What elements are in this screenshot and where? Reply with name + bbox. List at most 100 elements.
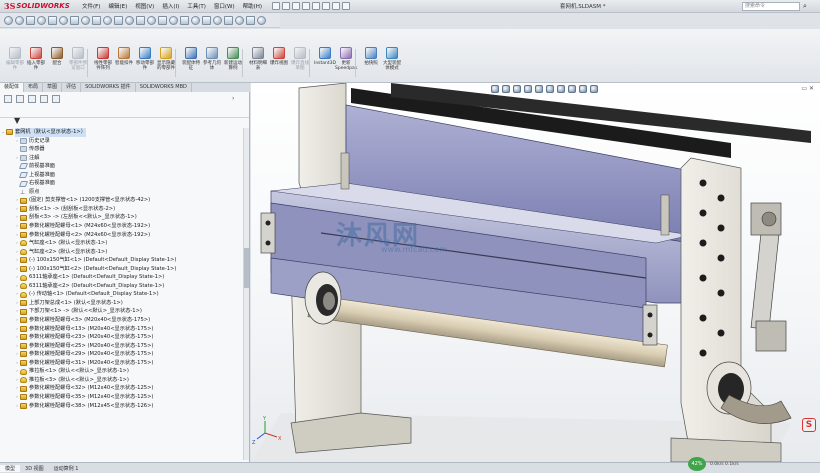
print-icon[interactable] <box>302 2 311 10</box>
view-settings-icon[interactable] <box>202 15 211 25</box>
tree-item[interactable]: › 刮板<3> -> (左刮板<<默认>_显示状态-1>) <box>0 213 246 222</box>
status-badge[interactable]: 42% <box>688 457 706 471</box>
command-tab[interactable]: SOLIDWORKS 插件 <box>81 83 136 92</box>
ribbon-button[interactable]: 插入零部件 <box>25 47 47 71</box>
tree-item[interactable]: › 推拉板<1> (默认<<默认>_显示状态-1>) <box>0 367 246 376</box>
tree-item[interactable]: › 参数化螺栓配螺母<25> (M20x40<显示状态-175>) <box>0 342 246 351</box>
property-manager-icon[interactable] <box>16 95 24 103</box>
options-icon[interactable] <box>342 2 351 10</box>
rebuild-icon[interactable] <box>332 2 341 10</box>
ribbon-button[interactable]: 装配体特征 <box>180 47 202 71</box>
tree-item[interactable]: › 历史记录 <box>0 137 246 146</box>
ribbon-button[interactable]: 拍快照 <box>360 47 382 66</box>
filter-icon[interactable]: ▼ <box>14 116 20 125</box>
cartoon-icon[interactable] <box>180 15 189 25</box>
tree-item[interactable]: 右视基准面 <box>0 179 246 188</box>
sogou-icon[interactable]: S <box>802 418 816 432</box>
window-controls[interactable]: ▭ ✕ <box>801 85 814 92</box>
screen-capture-icon[interactable] <box>257 15 266 25</box>
rotate-icon[interactable] <box>92 15 101 25</box>
command-tab[interactable]: SOLIDWORKS MBD <box>136 83 192 92</box>
lights-icon[interactable] <box>213 15 222 25</box>
edit-appearance-icon[interactable] <box>568 85 576 93</box>
ribbon-button[interactable]: 爆炸直线草图 <box>289 47 311 71</box>
undo-icon[interactable] <box>312 2 321 10</box>
model-view[interactable]: Y X Z <box>251 83 820 462</box>
ribbon-button[interactable]: 大型装配体模式 <box>381 47 403 71</box>
tree-item[interactable]: 前视基准面 <box>0 162 246 171</box>
walkthrough-icon[interactable] <box>235 15 244 25</box>
new-icon[interactable] <box>272 2 281 10</box>
tree-item[interactable]: › (固定) 剪支撑管<1> (1200支撑管<显示状态-42>) <box>0 196 246 205</box>
menu-item[interactable]: 插入(I) <box>158 2 183 10</box>
menu-item[interactable]: 工具(T) <box>183 2 210 10</box>
interference-icon[interactable] <box>136 15 145 25</box>
ambient-occlusion-icon[interactable] <box>191 15 200 25</box>
ribbon-button[interactable]: 新建运动算例 <box>222 47 244 71</box>
realview-icon[interactable] <box>147 15 156 25</box>
tree-item[interactable]: › 参数化螺栓配螺母<23> (M20x40<显示状态-175>) <box>0 333 246 342</box>
save-icon[interactable] <box>292 2 301 10</box>
view-settings-hud-icon[interactable] <box>590 85 598 93</box>
perspective-icon[interactable] <box>169 15 178 25</box>
measure-icon[interactable] <box>114 15 123 25</box>
tree-item[interactable]: › 参数化螺栓配螺母<29> (M20x40<显示状态-175>) <box>0 350 246 359</box>
tree-item[interactable]: › 气缸座<1> (默认<显示状态-1>) <box>0 239 246 248</box>
ribbon-button[interactable]: 显示隐藏的零部件 <box>155 47 177 71</box>
section-view-icon[interactable] <box>26 15 35 25</box>
search-icon[interactable]: ⌕ <box>803 2 807 11</box>
command-tab[interactable]: 草图 <box>43 83 63 92</box>
menu-item[interactable]: 窗口(W) <box>210 2 239 10</box>
ribbon-button[interactable]: Instant3D <box>314 47 336 66</box>
bottom-tab[interactable]: 模型 <box>0 464 21 472</box>
apply-scene-icon[interactable] <box>579 85 587 93</box>
display-style-hud-icon[interactable] <box>546 85 554 93</box>
command-tab[interactable]: 装配体 <box>0 83 25 92</box>
menu-item[interactable]: 文件(F) <box>78 2 104 10</box>
ribbon-button[interactable]: 编辑零部件 <box>4 47 26 71</box>
tree-item[interactable]: › 参数化螺栓配螺母<32> (M12x40<显示状态-125>) <box>0 384 246 393</box>
ribbon-button[interactable]: 更新Speedpak <box>335 47 357 71</box>
tree-item[interactable]: › (-) 传动轴<1> (Default<Default_Display Sta… <box>0 290 246 299</box>
tree-item[interactable]: › 参数化螺栓配螺母<2> (M24x60<显示状态-192>) <box>0 231 246 240</box>
scene-icon[interactable] <box>59 15 68 25</box>
ribbon-button[interactable]: 零部件预览窗口 <box>67 47 89 71</box>
tree-item[interactable]: › 刮板<1> -> (刮刮板<显示状态-2>) <box>0 205 246 214</box>
bottom-tab[interactable]: 3D 视图 <box>20 465 49 472</box>
mass-properties-icon[interactable] <box>125 15 134 25</box>
tree-item[interactable]: › (-) 100x150气缸<2> (Default<Default_Displ… <box>0 265 246 274</box>
ribbon-button[interactable]: 配合 <box>46 47 68 66</box>
feature-manager-icon[interactable] <box>4 95 12 103</box>
hide-show-icon[interactable] <box>37 15 46 25</box>
tree-item[interactable]: › 参数化螺栓配螺母<13> (M20x40<显示状态-175>) <box>0 325 246 334</box>
hide-items-icon[interactable] <box>557 85 565 93</box>
shadows-icon[interactable] <box>158 15 167 25</box>
camera-icon[interactable] <box>224 15 233 25</box>
menu-item[interactable]: 视图(V) <box>131 2 158 10</box>
tree-item[interactable]: 上视基准面 <box>0 171 246 180</box>
ribbon-button[interactable]: 爆炸视图 <box>268 47 290 66</box>
section-view-hud-icon[interactable] <box>524 85 532 93</box>
view-orientation-hud-icon[interactable] <box>535 85 543 93</box>
tree-scrollbar[interactable] <box>243 128 249 460</box>
tree-item[interactable]: › 推拉板<3> (默认<<默认>_显示状态-1>) <box>0 376 246 385</box>
zoom-to-fit-icon[interactable] <box>491 85 499 93</box>
open-icon[interactable] <box>282 2 291 10</box>
tree-item[interactable]: › 气缸座<2> (默认<显示状态-1>) <box>0 248 246 257</box>
command-tab[interactable]: 评估 <box>62 83 82 92</box>
search-input[interactable]: 搜索命令 <box>742 2 800 11</box>
tree-item[interactable]: › 上部刀架总成<1> (默认<显示状态-1>) <box>0 299 246 308</box>
ribbon-button[interactable]: 智能扣件 <box>113 47 135 66</box>
zoom-to-area-icon[interactable] <box>502 85 510 93</box>
tree-item[interactable]: › 下部刀架<1> -> (默认<<默认>_显示状态-1>) <box>0 307 246 316</box>
ribbon-button[interactable]: 参考几何体 <box>201 47 223 71</box>
dimxpert-icon[interactable] <box>40 95 48 103</box>
tree-item[interactable]: › 6311轴承座<2> (Default<Default_Display Sta… <box>0 282 246 291</box>
zoom-area-icon[interactable] <box>81 15 90 25</box>
zoom-fit-icon[interactable] <box>70 15 79 25</box>
ribbon-button[interactable]: 线性零部件阵列 <box>92 47 114 71</box>
graphics-area[interactable]: Y X Z ▭ ✕ 沐风网 www.mfcad.com S <box>251 83 820 462</box>
menu-item[interactable]: 帮助(H) <box>239 2 266 10</box>
tree-root[interactable]: ⌄ 套网机（默认<显示状态-1>） <box>0 128 246 137</box>
photoview-icon[interactable] <box>246 15 255 25</box>
